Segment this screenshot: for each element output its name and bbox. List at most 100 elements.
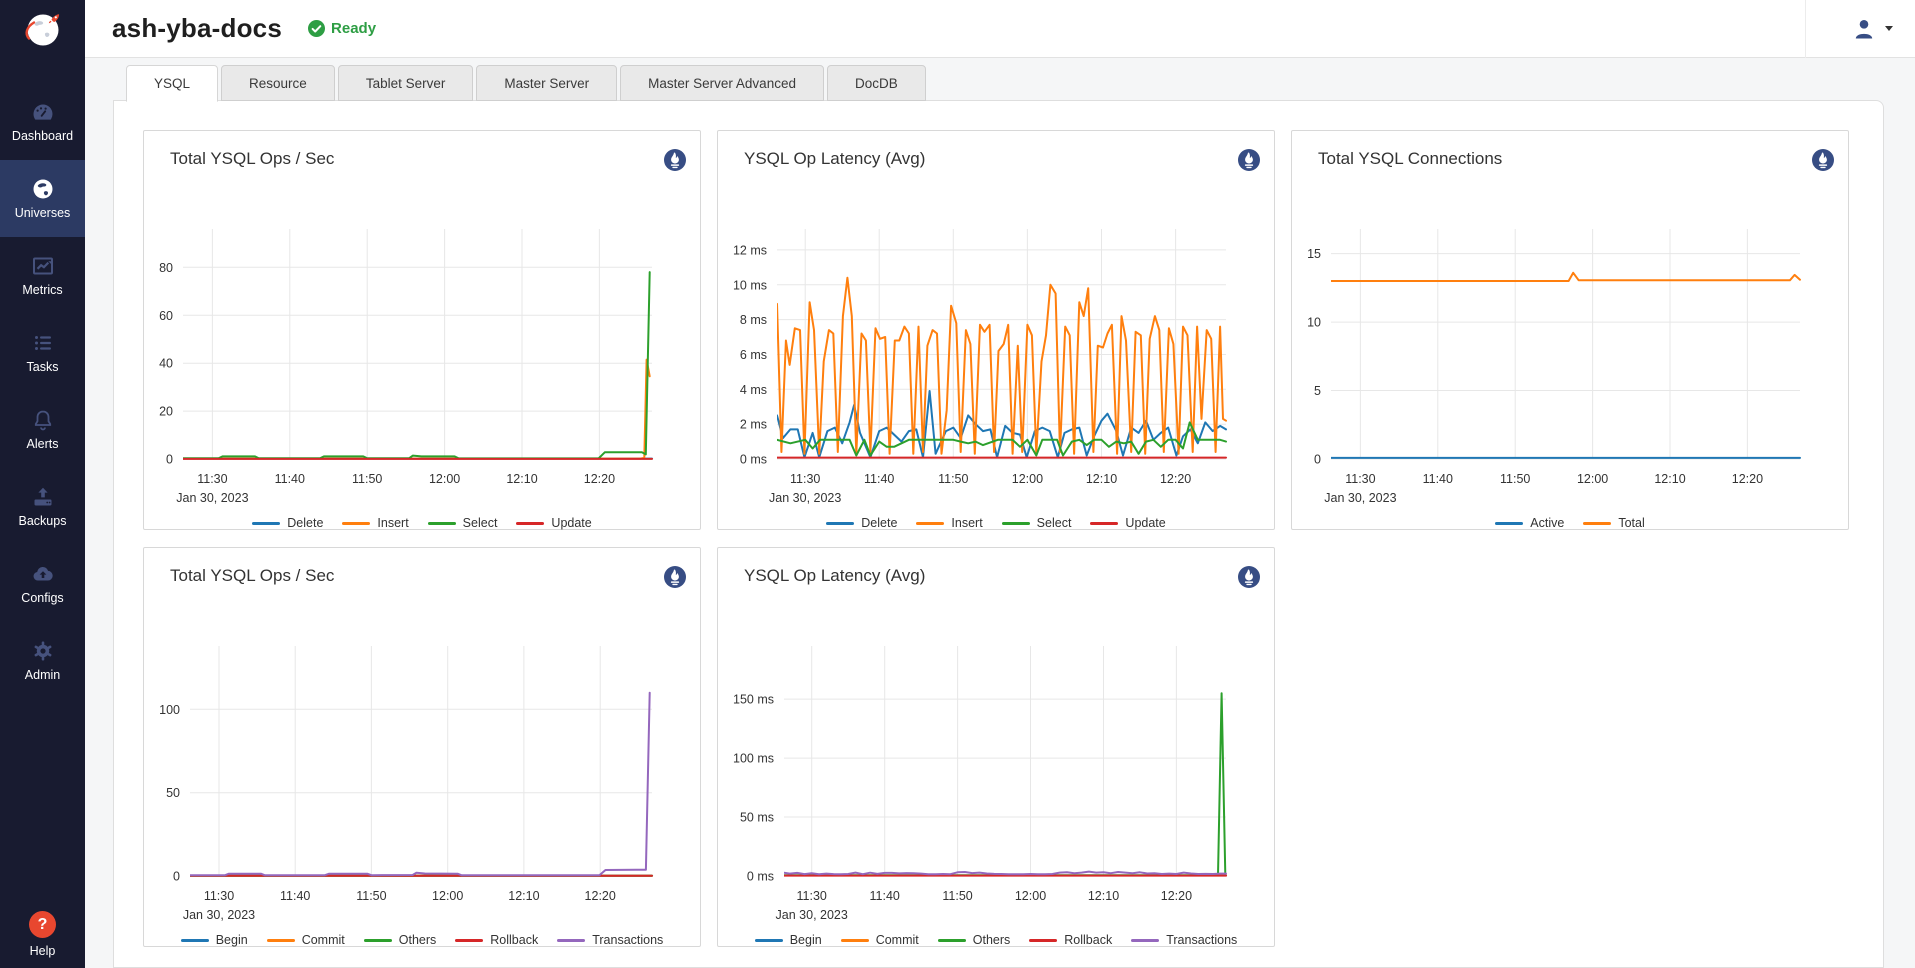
legend-item-delete[interactable]: Delete — [252, 516, 323, 530]
y-tick-label: 10 ms — [733, 278, 767, 292]
tab-master-server-advanced[interactable]: Master Server Advanced — [620, 65, 824, 101]
prometheus-icon[interactable] — [664, 149, 686, 171]
sidebar-item-configs[interactable]: Configs — [0, 545, 85, 622]
series-line-insert — [183, 360, 650, 459]
x-axis-date-label: Jan 30, 2023 — [183, 908, 255, 922]
y-tick-label: 50 — [166, 786, 180, 800]
legend-label: Transactions — [592, 933, 663, 947]
universe-header: ash-yba-docs Ready — [85, 0, 1915, 58]
y-tick-label: 4 ms — [740, 383, 767, 397]
gear-icon — [31, 639, 55, 663]
chart-plot[interactable]: 0 ms2 ms4 ms6 ms8 ms10 ms12 ms11:3011:40… — [718, 177, 1276, 507]
x-tick-label: 11:50 — [942, 889, 972, 903]
y-tick-label: 0 — [1314, 453, 1321, 467]
legend-item-insert[interactable]: Insert — [916, 516, 982, 530]
x-axis-date-label: Jan 30, 2023 — [776, 908, 848, 922]
x-tick-label: 11:50 — [1500, 472, 1530, 486]
y-tick-label: 0 ms — [740, 453, 767, 467]
configs-icon — [31, 562, 55, 586]
x-tick-label: 12:10 — [506, 472, 537, 486]
legend-label: Active — [1530, 516, 1564, 530]
app-logo[interactable] — [20, 0, 66, 57]
legend-label: Commit — [876, 933, 919, 947]
x-tick-label: 11:40 — [1423, 472, 1453, 486]
chart-legend: Delete Insert Select Update — [718, 512, 1274, 534]
sidebar-item-label: Backups — [19, 514, 67, 528]
x-tick-label: 11:30 — [790, 472, 820, 486]
legend-item-commit[interactable]: Commit — [841, 933, 919, 947]
legend-item-begin[interactable]: Begin — [181, 933, 248, 947]
chart-panel-ysql-op-latency-avg-1: YSQL Op Latency (Avg)0 ms2 ms4 ms6 ms8 m… — [717, 130, 1275, 530]
sidebar-item-metrics[interactable]: Metrics — [0, 237, 85, 314]
legend-item-insert[interactable]: Insert — [342, 516, 408, 530]
chart-panel-ysql-op-latency-avg-4: YSQL Op Latency (Avg)0 ms50 ms100 ms150 … — [717, 547, 1275, 947]
x-tick-label: 12:10 — [1086, 472, 1117, 486]
sidebar-item-label: Configs — [21, 591, 63, 605]
legend-item-update[interactable]: Update — [1090, 516, 1165, 530]
sidebar-item-backups[interactable]: Backups — [0, 468, 85, 545]
user-icon — [1853, 18, 1875, 40]
backups-icon — [31, 485, 55, 509]
legend-item-others[interactable]: Others — [364, 933, 437, 947]
y-tick-label: 2 ms — [740, 418, 767, 432]
prometheus-icon[interactable] — [1812, 149, 1834, 171]
chart-panel-total-ysql-ops-sec-3: Total YSQL Ops / Sec05010011:3011:4011:5… — [143, 547, 701, 947]
y-tick-label: 12 ms — [733, 243, 767, 257]
legend-item-update[interactable]: Update — [516, 516, 591, 530]
chart-title: YSQL Op Latency (Avg) — [744, 566, 925, 586]
chart-title: Total YSQL Ops / Sec — [170, 149, 334, 169]
legend-item-commit[interactable]: Commit — [267, 933, 345, 947]
y-tick-label: 0 ms — [747, 870, 774, 884]
legend-label: Select — [1037, 516, 1072, 530]
chart-plot[interactable]: 05010011:3011:4011:5012:0012:1012:20Jan … — [144, 594, 702, 924]
legend-swatch — [428, 522, 456, 525]
tab-ysql[interactable]: YSQL — [126, 65, 218, 102]
tab-docdb[interactable]: DocDB — [827, 65, 926, 101]
legend-swatch — [1131, 939, 1159, 942]
sidebar-item-label: Tasks — [27, 360, 59, 374]
tab-resource[interactable]: Resource — [221, 65, 335, 101]
legend-item-rollback[interactable]: Rollback — [1029, 933, 1112, 947]
sidebar-item-help[interactable]: ? Help — [0, 911, 85, 958]
y-tick-label: 20 — [159, 405, 173, 419]
sidebar-item-label: Dashboard — [12, 129, 73, 143]
prometheus-icon[interactable] — [1238, 149, 1260, 171]
series-line-transactions — [190, 693, 650, 876]
y-tick-label: 40 — [159, 357, 173, 371]
legend-swatch — [252, 522, 280, 525]
chart-plot[interactable]: 0 ms50 ms100 ms150 ms11:3011:4011:5012:0… — [718, 594, 1276, 924]
chart-title: Total YSQL Connections — [1318, 149, 1502, 169]
prometheus-icon[interactable] — [664, 566, 686, 588]
x-tick-label: 12:20 — [1161, 889, 1192, 903]
user-menu[interactable] — [1853, 18, 1893, 40]
series-line-total — [1331, 273, 1800, 281]
check-circle-icon — [308, 20, 325, 37]
y-tick-label: 150 ms — [733, 693, 774, 707]
series-line-select — [183, 272, 650, 458]
legend-swatch — [755, 939, 783, 942]
legend-item-rollback[interactable]: Rollback — [455, 933, 538, 947]
legend-item-delete[interactable]: Delete — [826, 516, 897, 530]
legend-item-others[interactable]: Others — [938, 933, 1011, 947]
x-tick-label: 11:50 — [938, 472, 968, 486]
tab-master-server[interactable]: Master Server — [476, 65, 617, 101]
sidebar-item-universes[interactable]: Universes — [0, 160, 85, 237]
sidebar-item-admin[interactable]: Admin — [0, 622, 85, 699]
y-tick-label: 50 ms — [740, 811, 774, 825]
legend-swatch — [1583, 522, 1611, 525]
legend-item-select[interactable]: Select — [1002, 516, 1072, 530]
legend-item-active[interactable]: Active — [1495, 516, 1564, 530]
legend-item-transactions[interactable]: Transactions — [1131, 933, 1237, 947]
legend-item-total[interactable]: Total — [1583, 516, 1644, 530]
legend-item-transactions[interactable]: Transactions — [557, 933, 663, 947]
sidebar-item-dashboard[interactable]: Dashboard — [0, 83, 85, 160]
legend-label: Others — [973, 933, 1011, 947]
chart-plot[interactable]: 05101511:3011:4011:5012:0012:1012:20Jan … — [1292, 177, 1850, 507]
legend-item-begin[interactable]: Begin — [755, 933, 822, 947]
sidebar-item-tasks[interactable]: Tasks — [0, 314, 85, 391]
tab-tablet-server[interactable]: Tablet Server — [338, 65, 474, 101]
chart-plot[interactable]: 02040608011:3011:4011:5012:0012:1012:20J… — [144, 177, 702, 507]
sidebar-item-alerts[interactable]: Alerts — [0, 391, 85, 468]
legend-item-select[interactable]: Select — [428, 516, 498, 530]
prometheus-icon[interactable] — [1238, 566, 1260, 588]
